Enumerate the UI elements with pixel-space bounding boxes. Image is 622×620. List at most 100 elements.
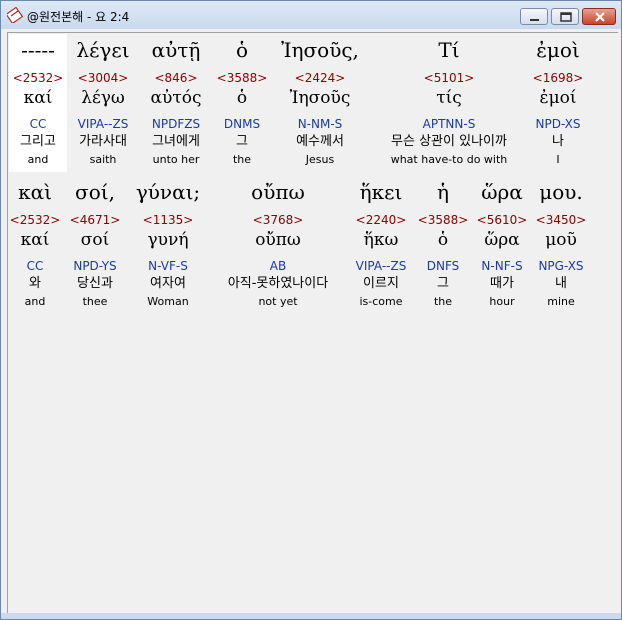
- close-button[interactable]: [582, 8, 616, 25]
- greek-word: Τί: [438, 38, 460, 62]
- english-gloss: what have-to do with: [390, 153, 508, 166]
- parsing-code: N-NF-S: [481, 259, 523, 273]
- english-gloss: hour: [489, 295, 515, 308]
- english-gloss: is-come: [359, 295, 403, 308]
- lemma: οὔπω: [255, 230, 301, 250]
- parsing-code: CC: [26, 259, 44, 273]
- korean-gloss: 그: [236, 134, 248, 149]
- parsing-code: N-NM-S: [297, 117, 343, 131]
- korean-gloss: 가라사대: [79, 134, 127, 149]
- greek-word: ἥκει: [359, 180, 403, 204]
- parsing-code: N-VF-S: [148, 259, 188, 273]
- strong-number: <3588>: [417, 213, 469, 227]
- english-gloss: not yet: [258, 295, 298, 308]
- korean-gloss: 여자여: [150, 276, 186, 291]
- strong-number: <3768>: [252, 213, 304, 227]
- korean-gloss: 그녀에게: [152, 134, 200, 149]
- korean-gloss: 때가: [490, 276, 514, 291]
- app-window: @원전본해 - 요 2:4 ----- <2532> καί CC 그리고 an…: [0, 0, 622, 620]
- bible-app-icon[interactable]: [5, 6, 24, 25]
- strong-number: <5610>: [476, 213, 528, 227]
- english-gloss: I: [556, 153, 560, 166]
- english-gloss: and: [27, 153, 49, 166]
- korean-gloss: 이르지: [363, 276, 399, 291]
- parsing-code: APTNN-S: [422, 117, 476, 131]
- strong-number: <1135>: [142, 213, 194, 227]
- korean-gloss: 그: [437, 276, 449, 291]
- strong-number: <3588>: [216, 71, 268, 85]
- english-gloss: thee: [82, 295, 108, 308]
- english-gloss: and: [24, 295, 46, 308]
- korean-gloss: 예수께서: [296, 134, 344, 149]
- lemma: ἥκω: [363, 230, 399, 250]
- parsing-code: DNMS: [223, 117, 261, 131]
- greek-word: γύναι;: [135, 180, 201, 204]
- greek-word: -----: [21, 38, 55, 62]
- greek-word: ἐμοὶ: [536, 38, 580, 62]
- strong-number: <2532>: [12, 71, 64, 85]
- strong-number: <2424>: [294, 71, 346, 85]
- minimize-button[interactable]: [520, 8, 548, 25]
- minimize-icon: [530, 19, 539, 21]
- lemma: μοῦ: [545, 230, 577, 250]
- greek-word: μου.: [539, 180, 583, 204]
- strong-number: <1698>: [532, 71, 584, 85]
- english-gloss: mine: [547, 295, 575, 308]
- greek-word: ὥρα: [481, 180, 523, 204]
- strong-number: <3450>: [535, 213, 587, 227]
- lemma: ὁ: [437, 230, 449, 250]
- lemma: Ἰησοῦς: [289, 88, 351, 108]
- strong-number: <4671>: [69, 213, 121, 227]
- parsing-code: VIPA--ZS: [77, 117, 129, 131]
- lemma: ὁ: [236, 88, 248, 108]
- close-icon: [595, 12, 605, 22]
- korean-gloss: 그리고: [20, 134, 56, 149]
- parsing-code: DNFS: [426, 259, 460, 273]
- greek-word: σοί,: [75, 180, 115, 204]
- maximize-button[interactable]: [551, 8, 579, 25]
- parsing-code: CC: [29, 117, 47, 131]
- lemma: γυνή: [147, 230, 189, 250]
- lemma: λέγω: [81, 88, 125, 108]
- window-title: @원전본해 - 요 2:4: [27, 10, 130, 24]
- greek-word: ἡ: [437, 180, 449, 204]
- parsing-code: AB: [269, 259, 287, 273]
- lemma: ὥρα: [484, 230, 520, 250]
- english-gloss: Jesus: [305, 153, 335, 166]
- parsing-code: NPD-XS: [535, 117, 581, 131]
- greek-word: οὔπω: [251, 180, 305, 204]
- parsing-code: NPG-XS: [538, 259, 584, 273]
- greek-word: Ἰησοῦς,: [281, 38, 359, 62]
- english-gloss: unto her: [152, 153, 200, 166]
- english-gloss: Woman: [147, 295, 189, 308]
- interlinear-panel[interactable]: ----- <2532> καί CC 그리고 and λέγει <3004>…: [7, 32, 618, 614]
- lemma: σοί: [80, 230, 110, 250]
- parsing-code: VIPA--ZS: [355, 259, 407, 273]
- korean-gloss: 당신과: [77, 276, 113, 291]
- greek-word: αὐτῇ: [151, 38, 201, 62]
- korean-gloss: 아직-못하였나이다: [227, 276, 329, 291]
- lemma: τίς: [436, 88, 462, 108]
- window-bottom-border: [1, 613, 621, 619]
- strong-number: <846>: [154, 71, 198, 85]
- strong-number: <2240>: [355, 213, 407, 227]
- lemma: καί: [20, 230, 50, 250]
- korean-gloss: 내: [555, 276, 567, 291]
- korean-gloss: 나: [552, 134, 564, 149]
- greek-word: καὶ: [18, 180, 52, 204]
- lemma: καί: [23, 88, 53, 108]
- title-bar[interactable]: @원전본해 - 요 2:4: [1, 1, 621, 29]
- greek-word: λέγει: [76, 38, 130, 62]
- korean-gloss: 무슨 상관이 있나이까: [391, 134, 507, 149]
- greek-word: ὁ: [235, 38, 249, 62]
- parsing-code: NPD-YS: [73, 259, 117, 273]
- strong-number: <2532>: [9, 213, 61, 227]
- english-gloss: the: [433, 295, 453, 308]
- korean-gloss: 와: [29, 276, 41, 291]
- strong-number: <5101>: [423, 71, 475, 85]
- lemma: αὐτός: [150, 88, 202, 108]
- parsing-code: NPDFZS: [151, 117, 201, 131]
- english-gloss: saith: [89, 153, 117, 166]
- strong-number: <3004>: [77, 71, 129, 85]
- english-gloss: the: [232, 153, 252, 166]
